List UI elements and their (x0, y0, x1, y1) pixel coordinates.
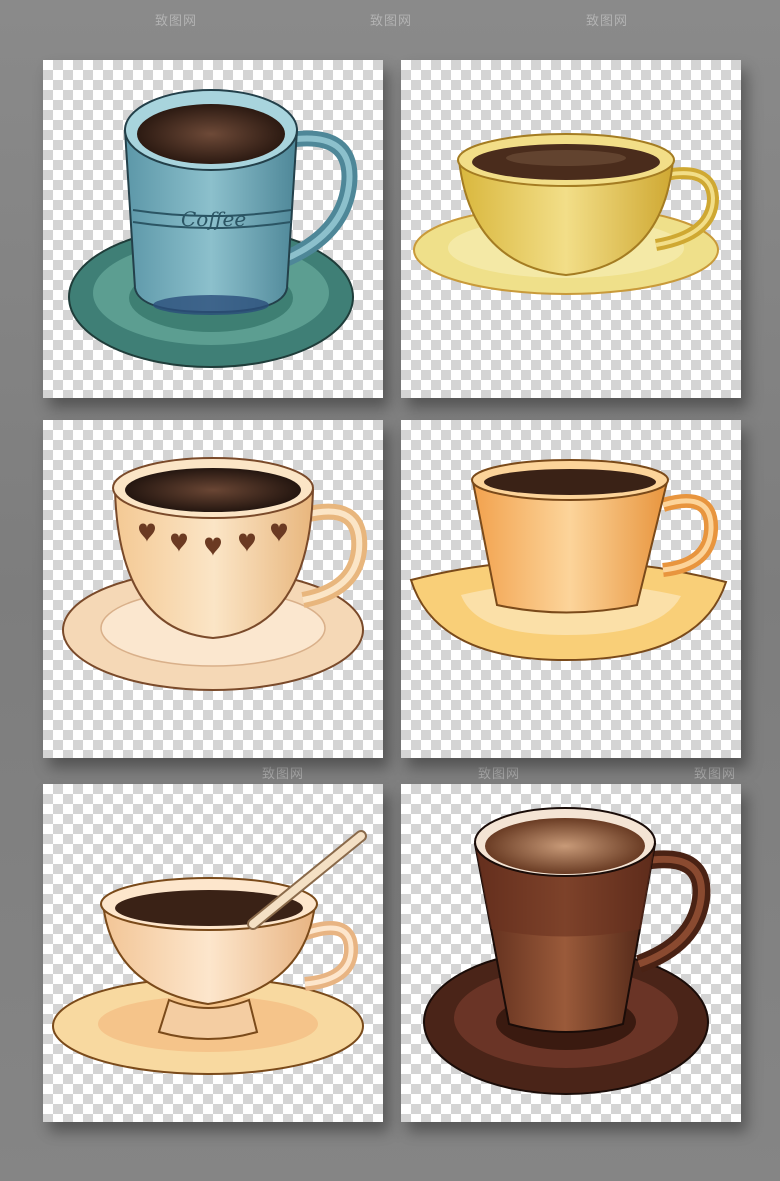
mug-label: Coffee (181, 207, 246, 231)
watermark-text: 致图网 (370, 14, 413, 29)
yellow-teacup-illustration (413, 133, 720, 295)
heart-teacup-illustration (62, 457, 368, 691)
watermark-text: 致图网 (586, 14, 629, 29)
tile-brown-cup[interactable] (401, 784, 741, 1122)
blue-coffee-mug-illustration: Coffee (68, 89, 358, 368)
tile-orange-cup[interactable] (401, 420, 741, 758)
watermark-text: 致图网 (155, 14, 198, 29)
tile-blue-mug[interactable]: Coffee (43, 60, 383, 398)
watermark-text: 致图网 (478, 767, 521, 782)
tile-cream-cup-spoon[interactable] (43, 784, 383, 1122)
tile-heart-teacup[interactable] (43, 420, 383, 758)
orange-cup-illustration (409, 459, 728, 662)
cream-cup-with-spoon-illustration (52, 830, 367, 1075)
brown-cup-illustration (423, 807, 711, 1095)
tile-yellow-teacup[interactable] (401, 60, 741, 398)
watermark-text: 致图网 (262, 767, 305, 782)
watermark-text: 致图网 (694, 767, 737, 782)
